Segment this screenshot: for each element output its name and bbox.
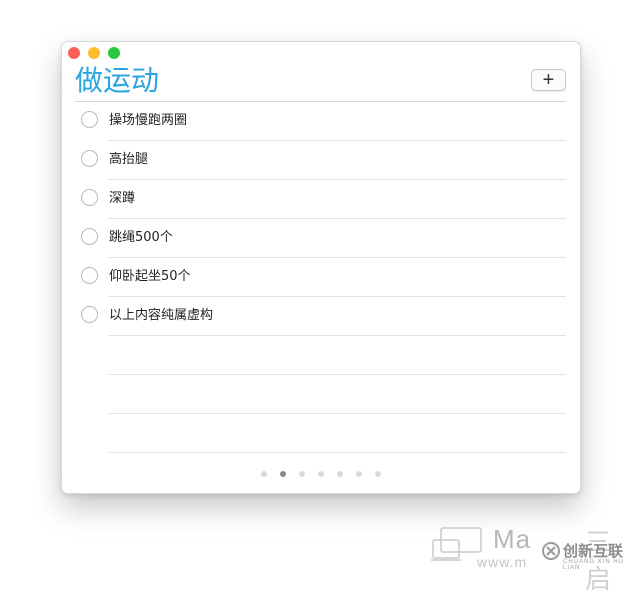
- brand-name: 创新互联: [563, 543, 624, 560]
- list-title: 做运动: [75, 64, 160, 97]
- task-item[interactable]: 高抬腿: [62, 141, 580, 180]
- task-item[interactable]: 仰卧起坐50个: [62, 258, 580, 297]
- task-label[interactable]: 操场慢跑两圈: [109, 112, 187, 129]
- empty-row[interactable]: [62, 414, 580, 453]
- page-dot[interactable]: [337, 471, 343, 477]
- page-indicator: [62, 471, 580, 477]
- checkbox-circle-icon[interactable]: [81, 267, 98, 284]
- task-item[interactable]: 跳绳500个: [62, 219, 580, 258]
- watermark-text: Ma: [493, 524, 532, 554]
- task-item[interactable]: 深蹲: [62, 180, 580, 219]
- empty-row[interactable]: [62, 375, 580, 414]
- empty-row[interactable]: [62, 336, 580, 375]
- brand-logo-icon: [542, 542, 560, 560]
- checkbox-circle-icon[interactable]: [81, 150, 98, 167]
- minimize-button[interactable]: [88, 47, 100, 59]
- reminders-window: 做运动 + 操场慢跑两圈 高抬腿 深蹲 跳绳500个 仰卧起坐50个 以上内容纯…: [61, 41, 581, 494]
- watermark: Ma 三 启 www.m 创新互联 CHUANG XIN HU LIAN: [425, 518, 640, 594]
- task-label[interactable]: 仰卧起坐50个: [109, 268, 191, 285]
- window-controls: [68, 47, 120, 59]
- checkbox-circle-icon[interactable]: [81, 228, 98, 245]
- task-label[interactable]: 高抬腿: [109, 151, 148, 168]
- task-item[interactable]: 以上内容纯属虚构: [62, 297, 580, 336]
- task-list: 操场慢跑两圈 高抬腿 深蹲 跳绳500个 仰卧起坐50个 以上内容纯属虚构: [62, 102, 580, 453]
- zoom-button[interactable]: [108, 47, 120, 59]
- checkbox-circle-icon[interactable]: [81, 111, 98, 128]
- task-item[interactable]: 操场慢跑两圈: [62, 102, 580, 141]
- task-label[interactable]: 跳绳500个: [109, 229, 173, 246]
- brand-subtitle: CHUANG XIN HU LIAN: [563, 559, 625, 571]
- watermark-url: www.m: [477, 554, 528, 570]
- close-button[interactable]: [68, 47, 80, 59]
- page-dot[interactable]: [261, 471, 267, 477]
- checkbox-circle-icon[interactable]: [81, 189, 98, 206]
- task-label[interactable]: 以上内容纯属虚构: [109, 307, 213, 324]
- add-reminder-button[interactable]: +: [531, 69, 566, 91]
- page-dot-current[interactable]: [280, 471, 286, 477]
- page-dot[interactable]: [375, 471, 381, 477]
- page-dot[interactable]: [356, 471, 362, 477]
- checkbox-circle-icon[interactable]: [81, 306, 98, 323]
- page-dot[interactable]: [299, 471, 305, 477]
- task-label[interactable]: 深蹲: [109, 190, 135, 207]
- page-dot[interactable]: [318, 471, 324, 477]
